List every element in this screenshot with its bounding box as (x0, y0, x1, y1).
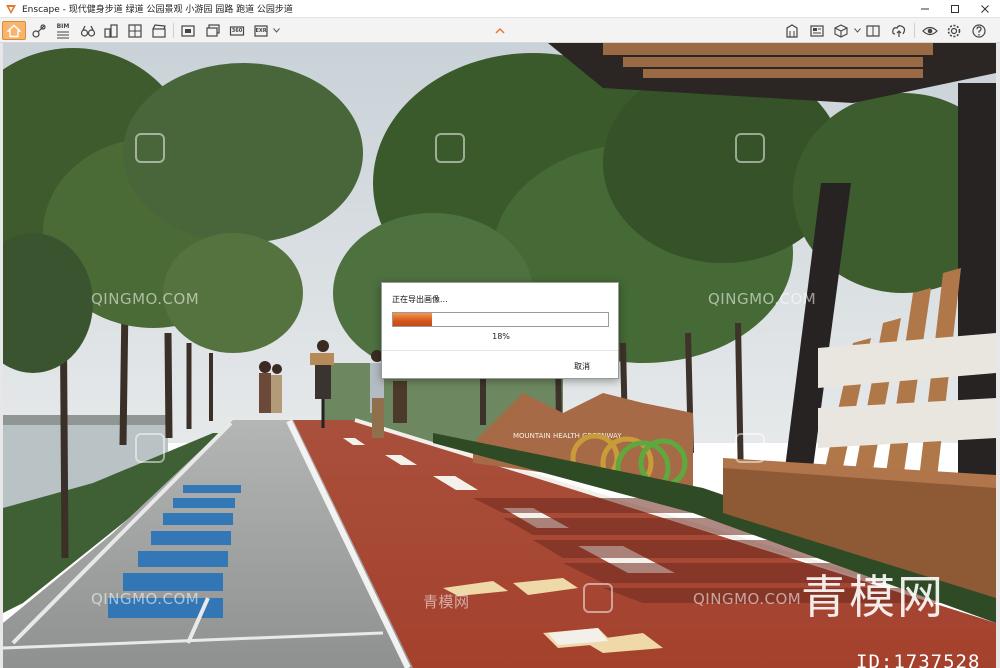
buildings-icon (104, 23, 118, 38)
bim-label: BIM (56, 22, 70, 30)
bim-button[interactable]: BIM (53, 21, 73, 40)
screenshot-button[interactable] (178, 21, 198, 40)
collapse-toolbar-icon[interactable] (493, 26, 507, 36)
toolbar-divider (914, 23, 915, 38)
chevron-down-icon (853, 28, 861, 33)
route-icon (32, 23, 46, 38)
split-view-icon (866, 24, 880, 37)
window-title: Enscape - 现代健身步道 绿道 公园景观 小游园 园路 跑道 公园步道 (22, 5, 293, 15)
help-icon (972, 23, 986, 38)
watermark-logo-icon (135, 433, 165, 463)
dialog-title: 正在导出画像... (392, 295, 448, 304)
close-button[interactable] (970, 0, 1000, 18)
asset-library-icon (786, 23, 798, 38)
watermark-logo-icon (435, 133, 465, 163)
pergola-slats (603, 43, 933, 78)
visual-settings-button[interactable] (919, 21, 941, 40)
model-id: ID:1737528 (856, 651, 981, 668)
binoculars-icon (80, 25, 96, 37)
binoculars-button[interactable] (78, 21, 98, 40)
upload-button[interactable] (888, 21, 910, 40)
toolbar-divider (173, 23, 174, 38)
chevron-down-icon (272, 28, 280, 33)
eye-icon (922, 26, 938, 35)
watermark-text: QINGMO.COM (708, 290, 817, 308)
watermark-text: QINGMO.COM (91, 290, 200, 308)
maximize-button[interactable] (940, 0, 970, 18)
video-editor-button[interactable] (149, 21, 169, 40)
progress-percent: 18% (492, 332, 510, 341)
watermark-logo-icon (735, 433, 765, 463)
watermark-text: QINGMO.COM (693, 590, 802, 608)
export-progress-dialog: 正在导出画像... 18% 取消 (381, 282, 619, 379)
export-label: EXR (255, 27, 267, 34)
dialog-divider (382, 350, 618, 351)
watermark-logo-icon (135, 133, 165, 163)
panorama-button[interactable]: 360 (227, 21, 247, 40)
embankment (3, 415, 168, 425)
watermark-logo-icon (735, 133, 765, 163)
batch-render-icon (206, 23, 220, 37)
export-dropdown[interactable] (271, 21, 281, 40)
progress-bar (392, 312, 609, 327)
home-icon (7, 24, 21, 37)
cube-icon (834, 23, 848, 38)
watermark-text: QINGMO.COM (91, 590, 200, 608)
settings-icon (947, 24, 961, 37)
material-editor-button[interactable] (806, 21, 828, 40)
split-view-button[interactable] (862, 21, 884, 40)
cube-button[interactable] (830, 21, 852, 40)
panorama-label: 360 (231, 27, 243, 34)
help-button[interactable] (968, 21, 990, 40)
cancel-button[interactable]: 取消 (574, 361, 590, 372)
enscape-logo-icon (6, 4, 16, 14)
screenshot-icon (181, 24, 195, 37)
export-button[interactable]: EXR (251, 21, 271, 40)
minimize-icon (921, 8, 929, 10)
route-button[interactable] (29, 21, 49, 40)
enscape-window: Enscape - 现代健身步道 绿道 公园景观 小游园 园路 跑道 公园步道 … (0, 0, 1000, 668)
upload-icon (892, 24, 906, 37)
close-icon (981, 5, 989, 13)
buildings-button[interactable] (101, 21, 121, 40)
progress-bar-fill (393, 313, 432, 326)
batch-render-button[interactable] (203, 21, 223, 40)
material-icon (810, 24, 824, 37)
cube-dropdown[interactable] (852, 21, 862, 40)
home-button[interactable] (2, 21, 26, 40)
grid-button[interactable] (125, 21, 145, 40)
minimize-button[interactable] (910, 0, 940, 18)
watermark-text-cn: 青模网 (423, 593, 470, 611)
title-bar: Enscape - 现代健身步道 绿道 公园景观 小游园 园路 跑道 公园步道 (0, 0, 1000, 18)
watermark-logo-icon (583, 583, 613, 613)
bim-icon (57, 31, 69, 38)
settings-button[interactable] (943, 21, 965, 40)
brand-watermark: 青模网 (801, 570, 945, 624)
maximize-icon (951, 5, 959, 13)
grid-icon (128, 23, 142, 38)
clapper-icon (152, 23, 166, 38)
asset-library-button[interactable] (781, 21, 803, 40)
viewport-right-edge (996, 43, 1000, 668)
